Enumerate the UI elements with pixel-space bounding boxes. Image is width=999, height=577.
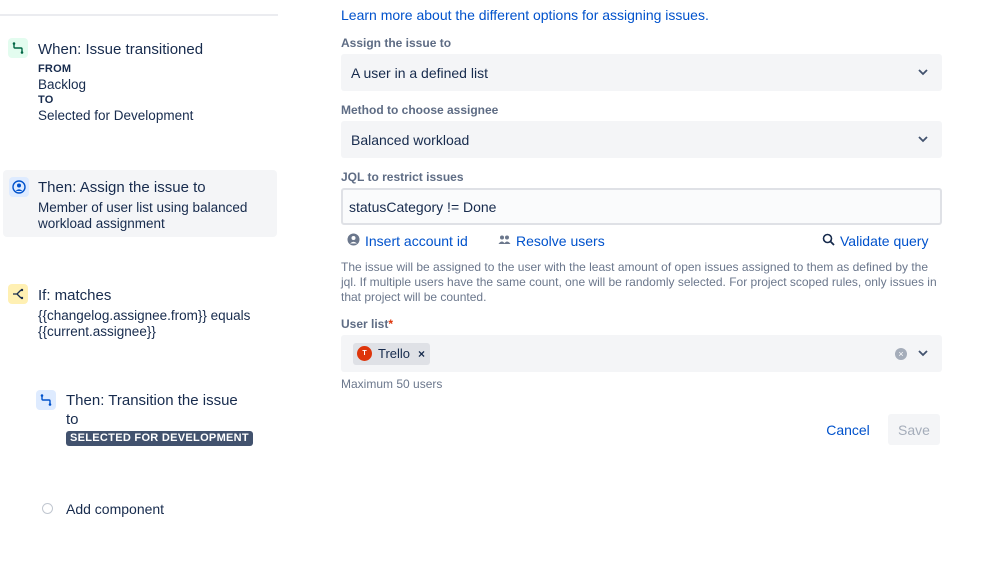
condition-line2: {{current.assignee}} — [38, 324, 156, 339]
assign-description-line2: workload assignment — [38, 216, 165, 231]
people-icon — [498, 233, 511, 249]
user-avatar-icon — [9, 177, 29, 197]
add-component-button[interactable]: Add component — [40, 499, 190, 519]
transition-icon — [36, 390, 56, 410]
jql-label: JQL to restrict issues — [341, 170, 464, 184]
save-button[interactable]: Save — [888, 414, 940, 445]
required-mark: * — [388, 317, 394, 331]
user-list-label: User list* — [341, 317, 393, 331]
clear-icon[interactable]: × — [895, 347, 907, 360]
user-list-picker[interactable]: T Trello × × — [341, 335, 942, 372]
add-component-label: Add component — [66, 501, 165, 517]
from-label: FROM — [38, 63, 72, 75]
search-icon — [822, 233, 835, 249]
resolve-users-button[interactable]: Resolve users — [498, 233, 605, 249]
transition-icon — [8, 38, 28, 58]
max-users-hint: Maximum 50 users — [341, 377, 443, 391]
status-lozenge: SELECTED FOR DEVELOPMENT — [66, 431, 253, 446]
assign-label: Assign the issue to — [341, 36, 452, 50]
user-avatar: T — [357, 346, 372, 361]
picker-controls: × — [895, 347, 930, 361]
chevron-down-icon[interactable] — [916, 347, 930, 361]
insert-account-id-label: Insert account id — [365, 233, 468, 249]
cancel-button[interactable]: Cancel — [820, 415, 876, 445]
validate-query-button[interactable]: Validate query — [822, 233, 928, 249]
method-select-value: Balanced workload — [351, 131, 470, 148]
method-select[interactable]: Balanced workload — [341, 121, 942, 158]
trigger-component[interactable]: When: Issue transitioned FROM Backlog TO… — [8, 38, 268, 128]
user-list-label-text: User list — [341, 317, 389, 331]
condition-line1: {{changelog.assignee.from}} equals — [38, 308, 251, 323]
from-value: Backlog — [38, 77, 87, 92]
condition-component[interactable]: If: matches {{changelog.assignee.from}} … — [8, 284, 268, 344]
method-label: Method to choose assignee — [341, 103, 499, 117]
transition-title-line2: to — [66, 411, 79, 428]
chevron-down-icon — [916, 66, 930, 80]
trigger-title: When: Issue transitioned — [38, 41, 204, 58]
branch-icon — [8, 284, 28, 304]
user-tag: T Trello × — [353, 342, 431, 365]
learn-more-link[interactable]: Learn more about the different options f… — [341, 7, 709, 23]
top-divider — [0, 14, 278, 16]
jql-input-value: statusCategory != Done — [349, 198, 497, 215]
chevron-down-icon — [916, 133, 930, 147]
transition-title-line1: Then: Transition the issue — [66, 392, 238, 409]
jql-input[interactable]: statusCategory != Done — [341, 188, 942, 225]
transition-component[interactable]: Then: Transition the issue to SELECTED F… — [36, 390, 266, 450]
resolve-users-label: Resolve users — [516, 233, 605, 249]
assign-select[interactable]: A user in a defined list — [341, 54, 942, 91]
add-circle-icon — [42, 503, 53, 514]
validate-query-label: Validate query — [840, 233, 929, 249]
jql-help-text: The issue will be assigned to the user w… — [341, 260, 937, 304]
remove-tag-icon[interactable]: × — [418, 347, 425, 361]
insert-account-id-button[interactable]: Insert account id — [347, 233, 468, 249]
assign-title: Then: Assign the issue to — [38, 179, 206, 196]
person-icon — [347, 233, 360, 249]
condition-title: If: matches — [38, 287, 112, 304]
assign-description-line1: Member of user list using balanced — [38, 200, 248, 215]
to-value: Selected for Development — [38, 108, 194, 123]
to-label: TO — [38, 94, 54, 106]
user-tag-label: Trello — [378, 346, 411, 361]
assign-select-value: A user in a defined list — [351, 64, 488, 81]
